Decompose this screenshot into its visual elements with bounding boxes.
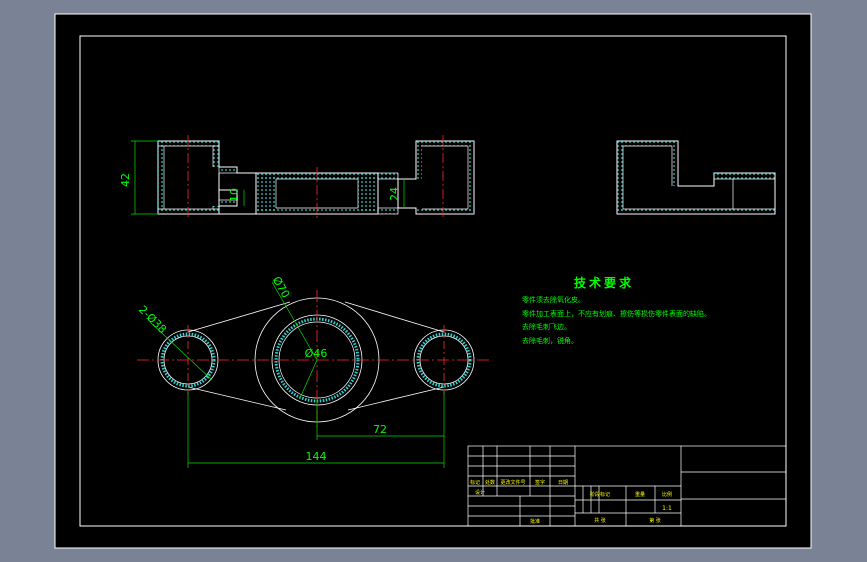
tech-req-heading: 技术要求 bbox=[574, 275, 634, 290]
tb-approve: 批准 bbox=[530, 518, 540, 525]
tb-sheet: 第 张 bbox=[649, 517, 661, 524]
paper-sheet bbox=[54, 13, 812, 549]
dim-height-42: 42 bbox=[119, 173, 132, 187]
dim-dist-72: 72 bbox=[373, 423, 387, 436]
tb-date: 日期 bbox=[558, 480, 568, 486]
dim-dia-46: Ø46 bbox=[305, 347, 328, 360]
tech-req-item-4: 去除毛刺，锐角。 bbox=[522, 336, 578, 345]
tb-ratio: 比例 bbox=[662, 491, 672, 498]
tech-req-item-1: 零件须去除氧化皮。 bbox=[522, 295, 585, 304]
tb-sign: 签字 bbox=[535, 479, 545, 486]
dim-height-24: 24 bbox=[388, 187, 401, 201]
dim-height-10: 10 bbox=[228, 188, 241, 202]
tech-req-item-3: 去除毛刺飞边。 bbox=[522, 322, 571, 331]
cad-drawing: 42 10 24 2-Ø38 Ø70 Ø46 72 144 技术要求 零件须去除… bbox=[54, 13, 812, 549]
dim-dist-144: 144 bbox=[306, 450, 327, 463]
tb-weight: 重量 bbox=[635, 491, 645, 498]
tb-mark: 标记 bbox=[470, 479, 480, 486]
tb-designer: 设计 bbox=[475, 489, 485, 496]
tb-ratio-value: 1:1 bbox=[662, 505, 672, 512]
tb-count: 处数 bbox=[485, 479, 495, 486]
tech-req-item-2: 零件加工表面上，不应有划痕、擦伤等损伤零件表面的缺陷。 bbox=[522, 309, 711, 318]
tb-change-doc: 更改文件号 bbox=[500, 479, 525, 486]
tb-total: 共 张 bbox=[594, 517, 606, 524]
tb-stage: 阶段标记 bbox=[590, 491, 610, 498]
